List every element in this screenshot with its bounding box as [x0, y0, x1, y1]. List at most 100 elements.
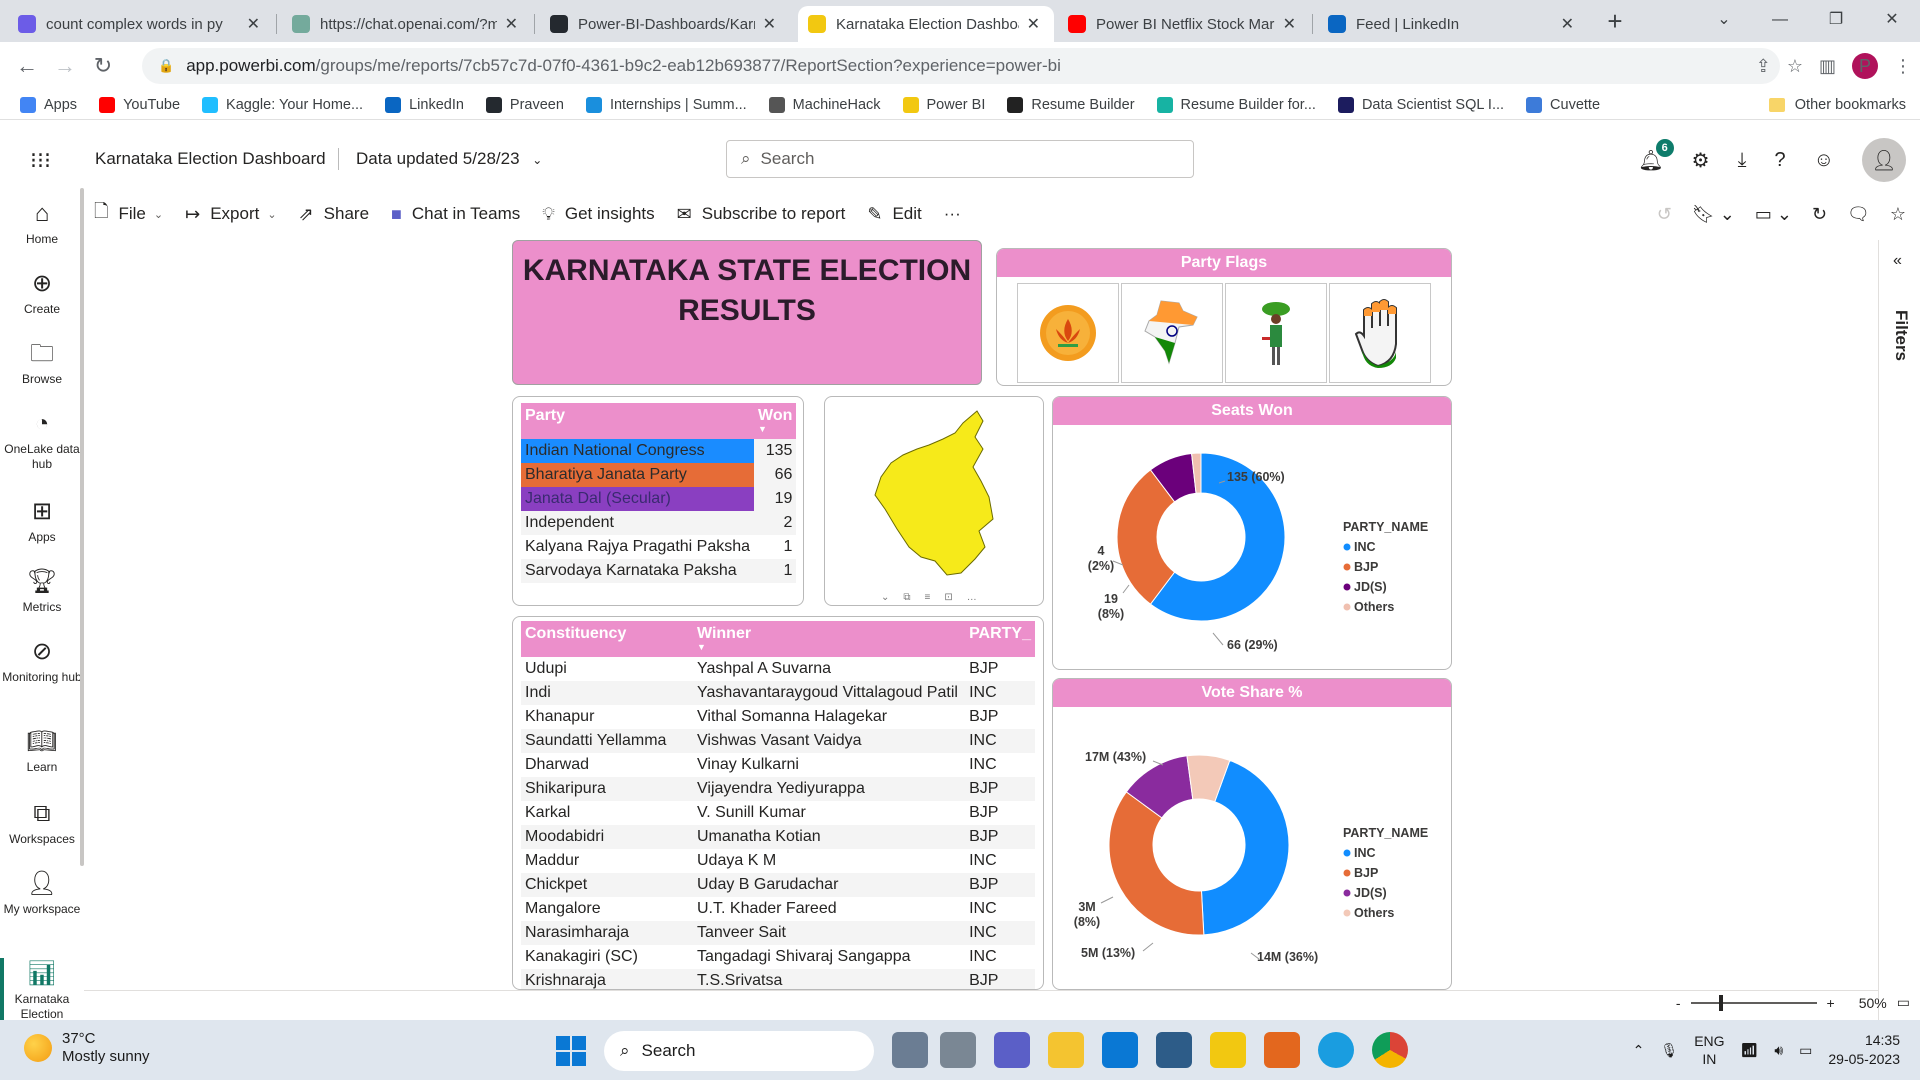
bookmark-item[interactable]: Resume Builder: [1007, 96, 1135, 113]
table-row[interactable]: Udupi Yashpal A Suvarna BJP: [521, 657, 1035, 681]
close-tab-icon[interactable]: ✕: [763, 14, 776, 34]
zoom-in-button[interactable]: +: [1827, 995, 1835, 1011]
data-updated-dropdown[interactable]: Data updated 5/28/23 ⌄: [356, 149, 542, 169]
edge-browser-icon[interactable]: [1318, 1032, 1354, 1068]
account-avatar[interactable]: 👤︎: [1862, 138, 1906, 182]
bookmark-item[interactable]: Data Scientist SQL I...: [1337, 96, 1504, 113]
file-explorer-icon[interactable]: [1048, 1032, 1084, 1068]
table-row[interactable]: Chickpet Uday B Garudachar BJP: [521, 873, 1035, 897]
table-row[interactable]: Kanakagiri (SC) Tangadagi Shivaraj Sangap…: [521, 945, 1035, 969]
nav-item-onelake-data-hub[interactable]: ◔ OneLake data hub: [0, 410, 84, 472]
file-menu[interactable]: 🗋 File ⌄: [94, 199, 163, 229]
filters-pane[interactable]: « Filters: [1878, 240, 1920, 1020]
bookmark-item[interactable]: LinkedIn: [385, 96, 464, 113]
chrome-browser-icon[interactable]: [1372, 1032, 1408, 1068]
subscribe-button[interactable]: ✉ Subscribe to report: [677, 204, 846, 225]
browser-tab[interactable]: Power-BI-Dashboards/Karn ✕: [540, 6, 790, 42]
legend-item-inc[interactable]: INC: [1354, 540, 1376, 554]
table-row[interactable]: Indian National Congress 135: [521, 439, 797, 463]
table-row[interactable]: Dharwad Vinay Kulkarni INC: [521, 753, 1035, 777]
sidepanel-icon[interactable]: ▥: [1819, 56, 1836, 77]
settings-gear-icon[interactable]: ⚙: [1692, 148, 1710, 173]
close-window-button[interactable]: ✕: [1864, 0, 1920, 42]
karnataka-map-visual[interactable]: ⌄⧉≡⊡…: [824, 396, 1044, 606]
browser-menu-icon[interactable]: ⋮: [1894, 56, 1912, 77]
legend-item-jds[interactable]: JD(S): [1354, 886, 1387, 900]
browser-tab[interactable]: https://chat.openai.com/?m ✕: [282, 6, 532, 42]
nav-item-home[interactable]: ⌂ Home: [0, 200, 84, 247]
taskbar-search[interactable]: ⌕ Search: [604, 1031, 874, 1071]
minimize-button[interactable]: —: [1752, 0, 1808, 42]
download-icon[interactable]: ⤓: [1738, 149, 1747, 172]
file-explorer-preview-icon[interactable]: [892, 1032, 928, 1068]
microphone-icon[interactable]: 🎙︎: [1660, 1042, 1678, 1059]
nav-scrollbar[interactable]: [80, 188, 84, 866]
profile-avatar[interactable]: P: [1852, 53, 1878, 79]
bookmark-item[interactable]: YouTube: [99, 96, 180, 113]
view-icon[interactable]: ▭ ⌄: [1755, 204, 1792, 225]
bookmark-item[interactable]: Praveen: [485, 96, 564, 113]
column-header-party[interactable]: Party: [521, 403, 755, 439]
table-row[interactable]: Indi Yashavantaraygoud Vittalagoud Patil I…: [521, 681, 1035, 705]
powerbi-desktop-icon[interactable]: [1210, 1032, 1246, 1068]
table-row[interactable]: Shikaripura Vijayendra Yediyurappa BJP: [521, 777, 1035, 801]
table-row[interactable]: Karkal V. Sunill Kumar BJP: [521, 801, 1035, 825]
nav-item-my-workspace[interactable]: 👤︎ My workspace: [0, 870, 84, 917]
back-button[interactable]: ←: [8, 53, 46, 79]
bookmark-item[interactable]: Resume Builder for...: [1156, 96, 1316, 113]
weather-widget[interactable]: 37°C Mostly sunny: [24, 1030, 150, 1066]
lock-icon[interactable]: 🔒: [158, 58, 174, 74]
app-launcher-icon[interactable]: ⁝⁝⁝: [30, 148, 51, 174]
clock[interactable]: 14:35 29-05-2023: [1828, 1031, 1900, 1069]
table-row[interactable]: Sarvodaya Karnataka Paksha 1: [521, 559, 797, 583]
close-tab-icon[interactable]: ✕: [247, 14, 260, 34]
table-row[interactable]: Bharatiya Janata Party 66: [521, 463, 797, 487]
table-row[interactable]: Janata Dal (Secular) 19: [521, 487, 797, 511]
share-button[interactable]: ⇗ Share: [299, 204, 369, 225]
legend-item-bjp[interactable]: BJP: [1354, 866, 1378, 880]
restore-button[interactable]: ❐: [1808, 0, 1864, 42]
more-options-button[interactable]: ···: [944, 204, 961, 224]
favorite-star-icon[interactable]: ☆: [1890, 204, 1906, 225]
visual-options-bar[interactable]: ⌄⧉≡⊡…: [881, 592, 991, 603]
column-header-won[interactable]: Won ▼: [754, 403, 797, 439]
column-header-winner[interactable]: Winner ▼: [693, 621, 966, 657]
zoom-slider-thumb[interactable]: [1718, 994, 1723, 1011]
report-title[interactable]: Karnataka Election Dashboard: [95, 149, 326, 169]
task-view-icon[interactable]: [940, 1032, 976, 1068]
table-row[interactable]: Independent 2: [521, 511, 797, 535]
windows-start-icon[interactable]: [556, 1036, 586, 1066]
battery-icon[interactable]: ▭: [1799, 1042, 1812, 1059]
reload-button[interactable]: ↻: [84, 53, 122, 79]
notifications-bell-icon[interactable]: 🔔︎ 6: [1638, 138, 1674, 173]
legend-item-jds[interactable]: JD(S): [1354, 580, 1387, 594]
tab-search-chevron-icon[interactable]: ⌄: [1696, 0, 1752, 42]
wifi-icon[interactable]: 📶︎: [1741, 1042, 1759, 1059]
fit-to-page-icon[interactable]: ▭: [1897, 994, 1910, 1011]
nav-item-monitoring-hub[interactable]: ⊘ Monitoring hub: [0, 638, 84, 685]
bookmark-item[interactable]: Internships | Summ...: [585, 96, 747, 113]
language-indicator[interactable]: ENG IN: [1694, 1032, 1724, 1068]
volume-icon[interactable]: 🔊︎: [1774, 1042, 1783, 1059]
bookmark-item[interactable]: MachineHack: [768, 96, 881, 113]
jupyter-icon[interactable]: [1264, 1032, 1300, 1068]
teams-chat-icon[interactable]: [994, 1032, 1030, 1068]
column-header-party[interactable]: PARTY_: [965, 621, 1035, 657]
browser-tab[interactable]: Feed | LinkedIn ✕: [1318, 6, 1588, 42]
chat-in-teams-button[interactable]: ■ Chat in Teams: [391, 204, 520, 225]
export-menu[interactable]: ↦ Export ⌄: [185, 204, 276, 225]
refresh-icon[interactable]: ↻: [1812, 204, 1827, 225]
zoom-out-button[interactable]: -: [1676, 995, 1681, 1011]
feedback-smiley-icon[interactable]: ☺: [1814, 149, 1834, 172]
nav-item-learn[interactable]: 📖︎ Learn: [0, 728, 84, 775]
table-row[interactable]: Khanapur Vithal Somanna Halagekar BJP: [521, 705, 1035, 729]
bookmarks-icon[interactable]: 🔖︎ ⌄: [1692, 204, 1735, 225]
legend-item-others[interactable]: Others: [1354, 906, 1394, 920]
close-tab-icon[interactable]: ✕: [1283, 14, 1296, 34]
table-row[interactable]: Mangalore U.T. Khader Fareed INC: [521, 897, 1035, 921]
close-tab-icon[interactable]: ✕: [1027, 14, 1040, 34]
close-tab-icon[interactable]: ✕: [505, 14, 518, 34]
app-icon[interactable]: [1156, 1032, 1192, 1068]
table-row[interactable]: Maddur Udaya K M INC: [521, 849, 1035, 873]
mail-icon[interactable]: [1102, 1032, 1138, 1068]
